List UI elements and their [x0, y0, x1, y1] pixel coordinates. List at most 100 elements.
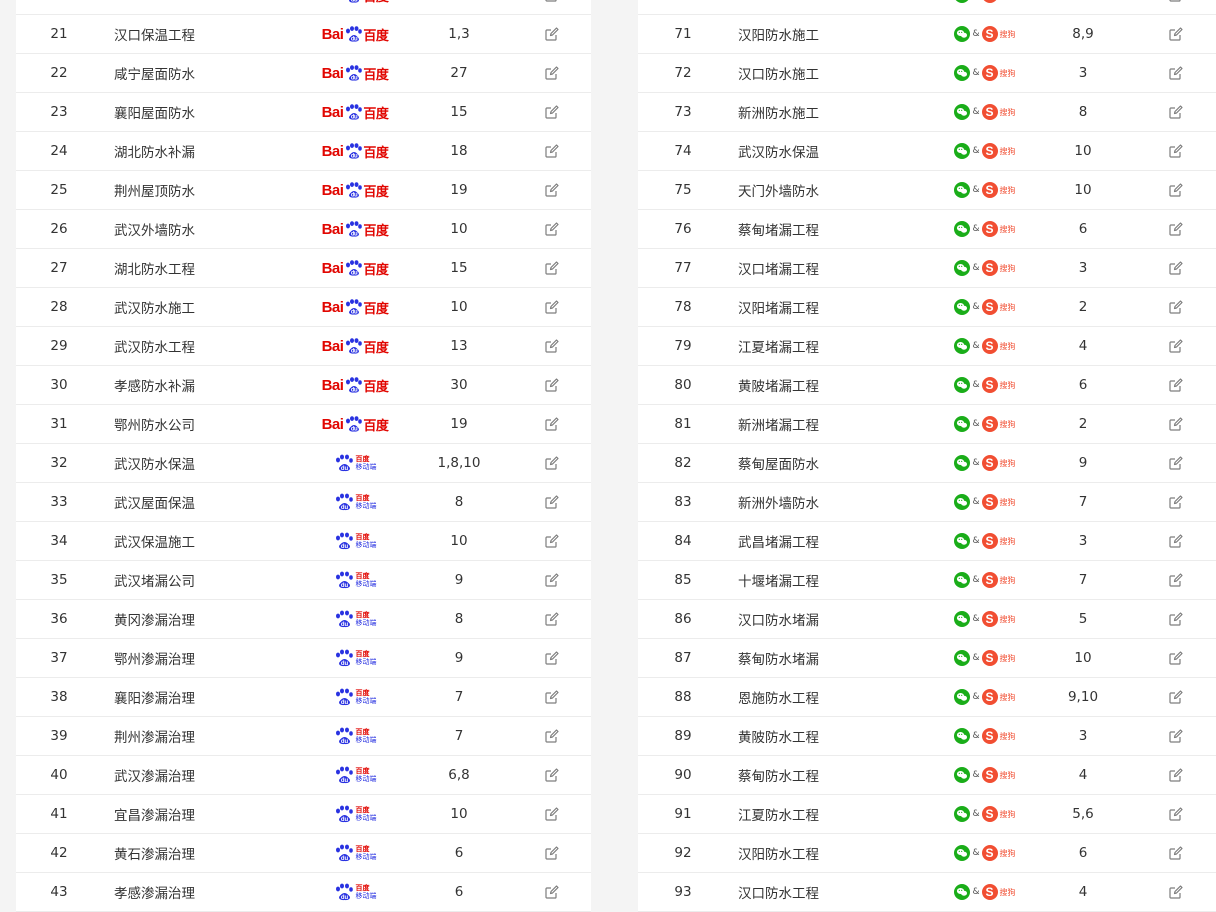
- edit-button[interactable]: [1166, 327, 1186, 365]
- table-row: 23 襄阳屋面防水 Bai du 百度 15: [16, 93, 591, 132]
- table-row: 89 黄陂防水工程 & S 搜狗 3: [638, 717, 1216, 756]
- sogou-icon: S: [981, 416, 998, 432]
- table-row: 92 汉阳防水工程 & S 搜狗 6: [638, 834, 1216, 873]
- rank-value: [419, 0, 499, 14]
- row-number: 41: [50, 806, 68, 822]
- edit-button[interactable]: [1166, 795, 1186, 833]
- rank-value: [1043, 0, 1123, 14]
- row-number: 43: [50, 884, 68, 900]
- edit-button[interactable]: [542, 54, 562, 92]
- keyword-name: 江夏堵漏工程: [738, 340, 819, 356]
- row-number: 28: [50, 299, 68, 315]
- edit-button[interactable]: [1166, 171, 1186, 209]
- edit-icon: [1169, 768, 1183, 782]
- edit-icon: [1169, 807, 1183, 821]
- search-engine: & S 搜狗: [940, 717, 1030, 755]
- edit-button[interactable]: [1166, 444, 1186, 482]
- edit-button[interactable]: [1166, 0, 1186, 14]
- edit-button[interactable]: [542, 15, 562, 53]
- edit-button[interactable]: [1166, 405, 1186, 443]
- edit-button[interactable]: [1166, 834, 1186, 872]
- edit-button[interactable]: [542, 288, 562, 326]
- wechat-icon: [954, 143, 971, 159]
- edit-button[interactable]: [1166, 483, 1186, 521]
- edit-button[interactable]: [542, 483, 562, 521]
- keyword-name: 武汉防水保温: [114, 457, 195, 473]
- edit-button[interactable]: [1166, 132, 1186, 170]
- edit-button[interactable]: [1166, 717, 1186, 755]
- edit-button[interactable]: [1166, 93, 1186, 131]
- edit-button[interactable]: [542, 678, 562, 716]
- edit-button[interactable]: [1166, 522, 1186, 560]
- edit-button[interactable]: [1166, 15, 1186, 53]
- baidu-paw-icon: du: [335, 727, 353, 745]
- baidu-paw-icon: du: [335, 805, 353, 823]
- edit-button[interactable]: [542, 444, 562, 482]
- edit-button[interactable]: [542, 873, 562, 911]
- rank-value: 9,10: [1067, 689, 1099, 705]
- table-row: 36 黄冈渗漏治理 du 百度 移动端 8: [16, 600, 591, 639]
- edit-button[interactable]: [542, 717, 562, 755]
- rank-value: 10: [450, 533, 468, 549]
- baidu-logo-icon: Bai du 百度: [321, 103, 389, 121]
- edit-icon: [545, 651, 559, 665]
- edit-button[interactable]: [542, 795, 562, 833]
- edit-button[interactable]: [542, 210, 562, 248]
- edit-button[interactable]: [542, 522, 562, 560]
- edit-button[interactable]: [1166, 249, 1186, 287]
- baidu-mobile-logo-icon: du 百度 移动端: [334, 493, 377, 511]
- edit-button[interactable]: [542, 756, 562, 794]
- search-engine: Bai du 百度: [310, 327, 400, 365]
- edit-button[interactable]: [542, 93, 562, 131]
- wechat-sogou-logo-icon: & S 搜狗: [954, 416, 1016, 432]
- edit-button[interactable]: [542, 132, 562, 170]
- search-engine: & S 搜狗: [940, 483, 1030, 521]
- edit-button[interactable]: [542, 834, 562, 872]
- edit-button[interactable]: [542, 405, 562, 443]
- search-engine: & S 搜狗: [940, 132, 1030, 170]
- edit-icon: [1169, 300, 1183, 314]
- edit-button[interactable]: [1166, 678, 1186, 716]
- edit-button[interactable]: [542, 600, 562, 638]
- edit-button[interactable]: [542, 171, 562, 209]
- edit-button[interactable]: [1166, 366, 1186, 404]
- keyword-name: 黄石渗漏治理: [114, 847, 195, 863]
- edit-button[interactable]: [1166, 54, 1186, 92]
- edit-button[interactable]: [1166, 210, 1186, 248]
- edit-button[interactable]: [1166, 756, 1186, 794]
- svg-text:du: du: [351, 0, 358, 3]
- sogou-icon: S: [981, 260, 998, 276]
- edit-button[interactable]: [1166, 561, 1186, 599]
- svg-text:du: du: [340, 700, 348, 706]
- row-number: 20: [29, 0, 89, 14]
- search-engine: & S 搜狗: [940, 873, 1030, 911]
- table-row: 22 咸宁屋面防水 Bai du 百度 27: [16, 54, 591, 93]
- table-row: 81 新洲堵漏工程 & S 搜狗 2: [638, 405, 1216, 444]
- table-row: 76 蔡甸堵漏工程 & S 搜狗 6: [638, 210, 1216, 249]
- edit-button[interactable]: [542, 639, 562, 677]
- edit-button[interactable]: [542, 0, 562, 14]
- table-row: 90 蔡甸防水工程 & S 搜狗 4: [638, 756, 1216, 795]
- wechat-sogou-logo-icon: & S 搜狗: [954, 221, 1016, 237]
- edit-icon: [1169, 417, 1183, 431]
- rank-value: 5,6: [1072, 806, 1094, 822]
- row-number: 88: [674, 689, 692, 705]
- edit-button[interactable]: [542, 327, 562, 365]
- search-engine: du 百度 移动端: [310, 795, 400, 833]
- edit-icon: [1169, 729, 1183, 743]
- row-number: 30: [50, 377, 68, 393]
- edit-button[interactable]: [542, 249, 562, 287]
- edit-button[interactable]: [1166, 600, 1186, 638]
- table-row: 43 孝感渗漏治理 du 百度 移动端 6: [16, 873, 591, 912]
- rank-value: 4: [1078, 767, 1088, 783]
- sogou-icon: S: [981, 689, 998, 705]
- edit-button[interactable]: [542, 366, 562, 404]
- wechat-icon: [954, 494, 971, 510]
- edit-button[interactable]: [1166, 639, 1186, 677]
- row-number: 92: [674, 845, 692, 861]
- edit-button[interactable]: [1166, 288, 1186, 326]
- edit-button[interactable]: [542, 561, 562, 599]
- svg-text:du: du: [340, 583, 348, 589]
- edit-button[interactable]: [1166, 873, 1186, 911]
- search-engine: & S 搜狗: [940, 756, 1030, 794]
